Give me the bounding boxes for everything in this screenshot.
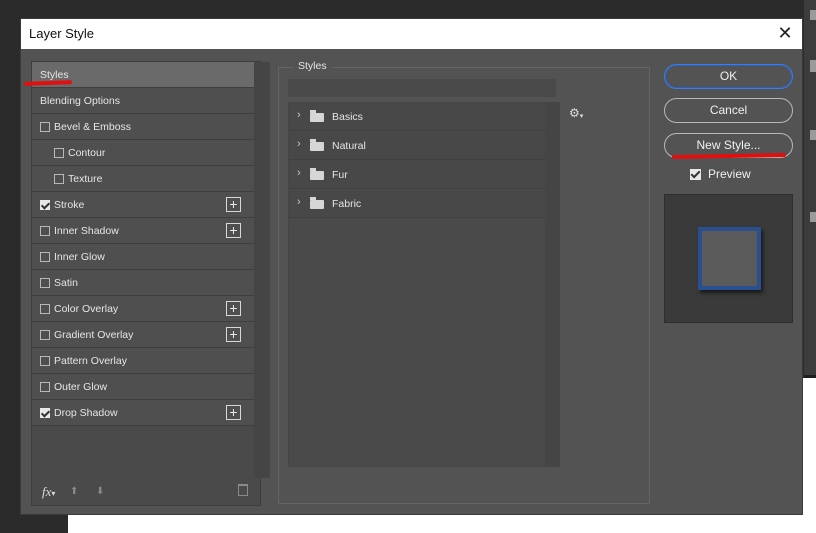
style-item-label: Outer Glow — [54, 381, 108, 393]
style-item-label: Inner Shadow — [54, 225, 119, 237]
preview-thumbnail — [664, 194, 793, 323]
preview-swatch — [698, 227, 761, 290]
style-checkbox[interactable] — [40, 200, 50, 210]
style-item-color-overlay[interactable]: Color Overlay + — [32, 296, 254, 322]
style-list-panel: Styles Blending Options Bevel & Emboss Cont… — [31, 61, 270, 506]
style-item-label: Color Overlay — [54, 303, 119, 315]
layer-style-dialog: Layer Style ✕ Styles Blending Options Beve… — [20, 18, 803, 515]
add-effect-icon[interactable]: + — [226, 405, 241, 420]
style-item-inner-shadow[interactable]: Inner Shadow + — [32, 218, 254, 244]
styles-list: › Basics › Natural › Fur › Fabric — [288, 102, 560, 467]
chevron-right-icon[interactable]: › — [297, 109, 301, 121]
style-group-natural[interactable]: › Natural — [289, 132, 545, 160]
style-item-inner-glow[interactable]: Inner Glow — [32, 244, 254, 270]
style-item-gradient-overlay[interactable]: Gradient Overlay + — [32, 322, 254, 348]
folder-icon — [310, 110, 324, 122]
style-item-label: Contour — [68, 147, 106, 159]
arrow-down-icon[interactable]: ⬇ — [96, 486, 104, 497]
style-item-pattern-overlay[interactable]: Pattern Overlay — [32, 348, 254, 374]
style-item-label: Stroke — [54, 199, 85, 211]
styles-panel: Styles › Basics › Natural › Fur › Fabric ⚙▾ — [278, 60, 650, 504]
styles-list-scrollbar[interactable] — [545, 103, 559, 466]
style-checkbox[interactable] — [40, 356, 50, 366]
style-checkbox[interactable] — [40, 226, 50, 236]
style-group-fabric[interactable]: › Fabric — [289, 190, 545, 218]
add-effect-icon[interactable]: + — [226, 327, 241, 342]
style-item-label: Bevel & Emboss — [54, 121, 132, 133]
style-checkbox[interactable] — [40, 122, 50, 132]
style-item-label: Blending Options — [40, 95, 120, 107]
style-checkbox[interactable] — [54, 148, 64, 158]
style-checkbox[interactable] — [40, 382, 50, 392]
chevron-right-icon[interactable]: › — [297, 138, 301, 150]
trash-icon[interactable] — [238, 484, 248, 496]
style-checkbox[interactable] — [40, 252, 50, 262]
preview-label: Preview — [708, 167, 751, 181]
style-item-label: Pattern Overlay — [54, 355, 127, 367]
cancel-button[interactable]: Cancel — [664, 98, 793, 123]
style-item-label: Texture — [68, 173, 103, 185]
styles-panel-title: Styles — [293, 60, 332, 72]
dialog-title: Layer Style — [29, 26, 95, 41]
style-item-label: Styles — [40, 69, 69, 81]
style-group-label: Basics — [332, 111, 363, 123]
preview-checkbox[interactable] — [690, 169, 701, 180]
style-checkbox[interactable] — [54, 174, 64, 184]
folder-icon — [310, 168, 324, 180]
style-item-label: Satin — [54, 277, 78, 289]
style-group-fur[interactable]: › Fur — [289, 161, 545, 189]
style-item-label: Drop Shadow — [54, 407, 118, 419]
style-checkbox[interactable] — [40, 408, 50, 418]
gear-icon[interactable]: ⚙▾ — [569, 106, 583, 120]
style-item-label: Gradient Overlay — [54, 329, 134, 341]
style-item-texture[interactable]: Texture — [32, 166, 254, 192]
style-item-satin[interactable]: Satin — [32, 270, 254, 296]
style-checkbox[interactable] — [40, 278, 50, 288]
arrow-up-icon[interactable]: ⬆ — [70, 486, 78, 497]
style-item-stroke[interactable]: Stroke + — [32, 192, 254, 218]
dialog-titlebar: Layer Style ✕ — [21, 19, 802, 49]
styles-search-bar[interactable] — [288, 79, 556, 97]
background-app-panel — [804, 0, 816, 375]
chevron-right-icon[interactable]: › — [297, 167, 301, 179]
folder-icon — [310, 139, 324, 151]
style-list-scrollbar[interactable] — [254, 62, 270, 478]
ok-button[interactable]: OK — [664, 64, 793, 89]
style-list-footer: fx▾ ⬆ ⬇ — [32, 478, 254, 506]
folder-icon — [310, 197, 324, 209]
fx-menu-button[interactable]: fx▾ — [42, 484, 55, 500]
style-checkbox[interactable] — [40, 330, 50, 340]
style-group-label: Natural — [332, 140, 366, 152]
style-item-outer-glow[interactable]: Outer Glow — [32, 374, 254, 400]
style-group-basics[interactable]: › Basics — [289, 103, 545, 131]
add-effect-icon[interactable]: + — [226, 301, 241, 316]
style-item-label: Inner Glow — [54, 251, 105, 263]
close-icon[interactable]: ✕ — [776, 22, 794, 44]
add-effect-icon[interactable]: + — [226, 223, 241, 238]
style-item-bevel-emboss[interactable]: Bevel & Emboss — [32, 114, 254, 140]
style-group-label: Fabric — [332, 198, 362, 210]
chevron-right-icon[interactable]: › — [297, 196, 301, 208]
style-item-drop-shadow[interactable]: Drop Shadow + — [32, 400, 254, 426]
style-item-blending-options[interactable]: Blending Options — [32, 88, 254, 114]
style-item-contour[interactable]: Contour — [32, 140, 254, 166]
style-group-label: Fur — [332, 169, 348, 181]
style-checkbox[interactable] — [40, 304, 50, 314]
add-effect-icon[interactable]: + — [226, 197, 241, 212]
